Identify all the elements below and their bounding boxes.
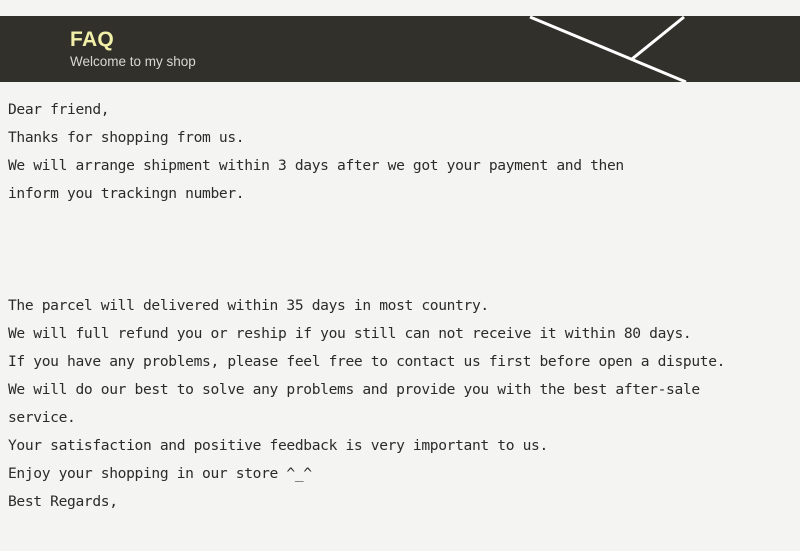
long-diagonal-line [529, 16, 687, 82]
banner-text-group: FAQ Welcome to my shop [70, 28, 196, 71]
text-line: Your satisfaction and positive feedback … [8, 437, 548, 454]
short-diagonal-line [631, 16, 685, 61]
text-line: service. [8, 409, 76, 426]
faq-content: Dear friend, Thanks for shopping from us… [8, 96, 792, 516]
greeting-paragraph: Dear friend, Thanks for shopping from us… [8, 96, 792, 208]
text-line: We will do our best to solve any problem… [8, 381, 700, 398]
text-line: We will full refund you or reship if you… [8, 325, 692, 342]
text-line: We will arrange shipment within 3 days a… [8, 157, 624, 174]
policy-paragraph: The parcel will delivered within 35 days… [8, 292, 792, 516]
text-line: inform you trackingn number. [8, 185, 245, 202]
text-line: Dear friend, [8, 101, 110, 118]
signature-line: Best Regards, [8, 493, 118, 510]
page-title: FAQ [70, 28, 115, 51]
text-line: Thanks for shopping from us. [8, 129, 245, 146]
text-line: Enjoy your shopping in our store ^_^ [8, 465, 312, 482]
banner-subtitle: Welcome to my shop [70, 54, 196, 69]
text-line: The parcel will delivered within 35 days… [8, 297, 489, 314]
text-line: If you have any problems, please feel fr… [8, 353, 726, 370]
faq-header-banner: FAQ Welcome to my shop [0, 16, 800, 82]
